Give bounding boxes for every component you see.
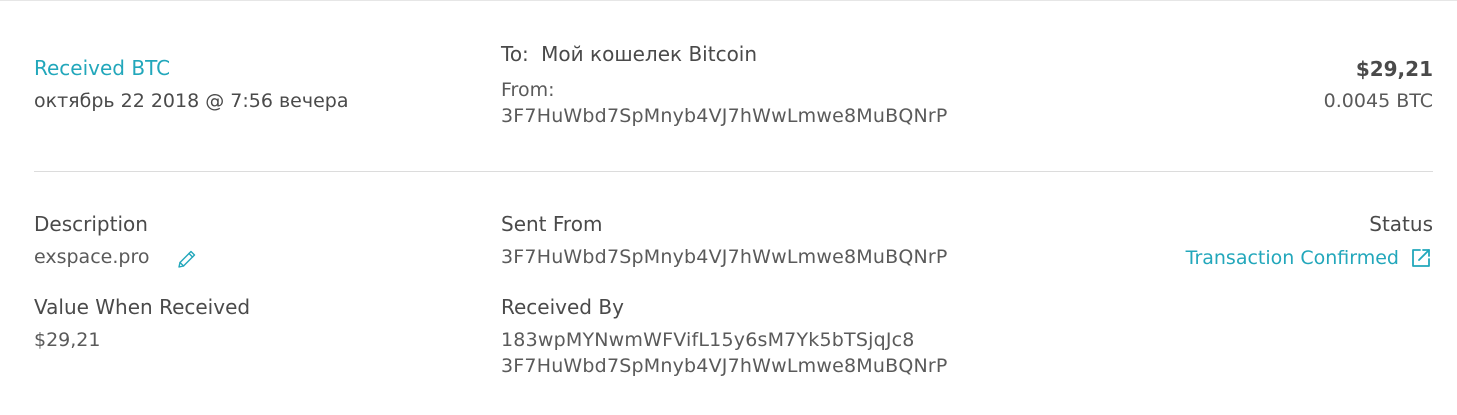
sent-from-label: Sent From	[501, 212, 603, 236]
transaction-summary-row[interactable]: Received BTC октябрь 22 2018 @ 7:56 вече…	[34, 0, 1433, 171]
status-value[interactable]: Transaction Confirmed	[1186, 247, 1399, 269]
sent-from-address: 3F7HuWbd7SpMnyb4VJ7hWwLmwe8MuBQNrP	[501, 246, 948, 268]
usd-amount: $29,21	[1355, 57, 1433, 81]
description-value: exspace.pro	[34, 246, 150, 268]
transaction-status-link[interactable]: Transaction Confirmed	[1186, 246, 1433, 270]
transaction-type-title: Received BTC	[34, 56, 171, 80]
from-label: From:	[501, 79, 555, 101]
description-label: Description	[34, 212, 148, 236]
to-wallet-prefix: Мой кошелек	[541, 42, 683, 66]
to-wallet-name: Bitcoin	[688, 42, 758, 66]
to-label: To:	[501, 42, 529, 66]
to-line: To: Мой кошелек Bitcoin	[501, 42, 757, 66]
received-by-address: 3F7HuWbd7SpMnyb4VJ7hWwLmwe8MuBQNrP	[501, 355, 948, 377]
from-address: 3F7HuWbd7SpMnyb4VJ7hWwLmwe8MuBQNrP	[501, 105, 948, 127]
external-link-icon[interactable]	[1409, 246, 1433, 270]
received-by-address: 183wpMYNwmWFVifL15y6sM7Yk5bTSjqJc8	[501, 329, 915, 351]
transaction-details: Description exspace.pro Value When Recei…	[34, 172, 1433, 415]
pencil-icon[interactable]	[175, 247, 199, 271]
status-label: Status	[1369, 212, 1433, 236]
received-by-label: Received By	[501, 295, 624, 319]
value-when-received: $29,21	[34, 329, 101, 351]
btc-amount: 0.0045 BTC	[1323, 90, 1433, 112]
transaction-date: октябрь 22 2018 @ 7:56 вечера	[34, 90, 349, 112]
value-when-received-label: Value When Received	[34, 295, 251, 319]
